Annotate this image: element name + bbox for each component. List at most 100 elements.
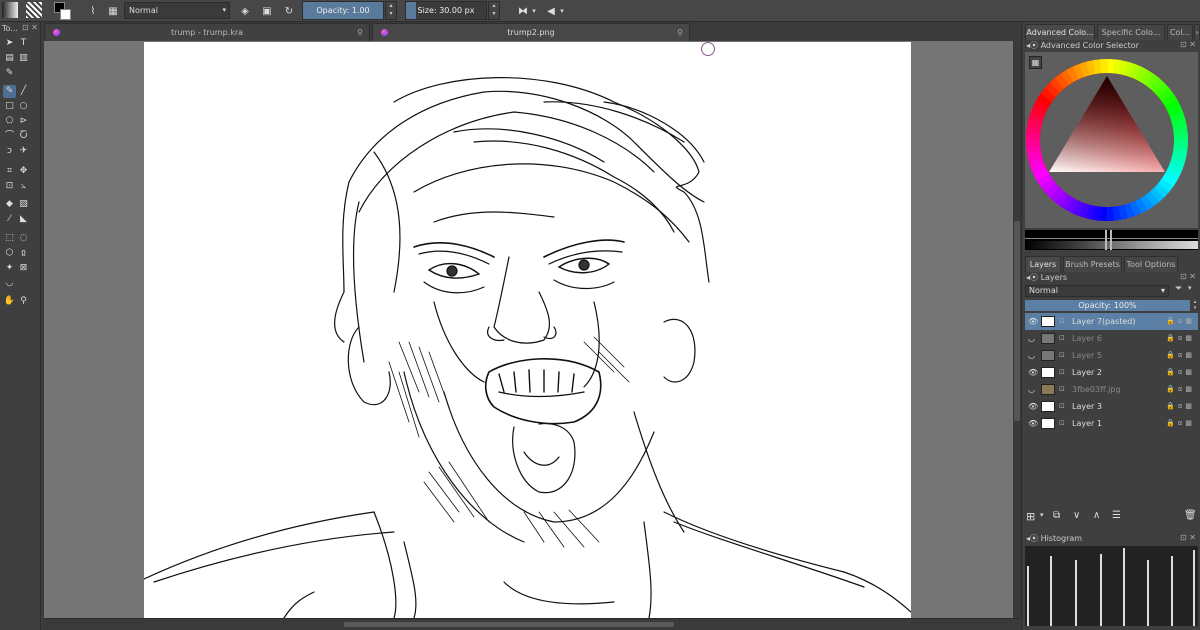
- layer-opacity-slider[interactable]: Opacity: 100%: [1025, 300, 1190, 311]
- reload-preset-icon[interactable]: ↻: [280, 2, 298, 20]
- layer-property-icons[interactable]: 🔒α▩: [1166, 364, 1195, 381]
- tab-trump-kra[interactable]: trump - trump.kra ⚲: [44, 23, 370, 41]
- layer-row[interactable]: 👁 ⊡ Layer 7(pasted) 🔒α▩: [1025, 313, 1198, 330]
- magic-wand-icon[interactable]: ✦: [3, 262, 16, 275]
- color-selector[interactable]: ▦: [1025, 52, 1198, 228]
- tab-tool-options[interactable]: Tool Options: [1124, 256, 1178, 272]
- select-shapes-icon[interactable]: ➤: [3, 37, 16, 50]
- tab-advanced-color[interactable]: Advanced Colo...: [1025, 24, 1095, 40]
- tab-brush-presets[interactable]: Brush Presets: [1063, 256, 1122, 272]
- chevron-down-icon[interactable]: ▾: [530, 2, 538, 20]
- color-wheel[interactable]: [1025, 52, 1198, 228]
- line-tool-icon[interactable]: ╱: [17, 85, 30, 98]
- layer-opacity-spinner[interactable]: ▴ ▾: [1191, 299, 1199, 312]
- measure-tool-icon[interactable]: ⦣: [17, 180, 30, 193]
- assistant-tool-icon[interactable]: ◣: [17, 213, 30, 226]
- pan-hand-icon[interactable]: ✋: [3, 295, 16, 308]
- pen-icon[interactable]: ✎: [3, 67, 16, 80]
- multibrush-icon[interactable]: ✈: [17, 145, 30, 158]
- freehand-path-icon[interactable]: Ⴀ: [17, 130, 30, 143]
- dynamic-brush-icon[interactable]: ↄ: [3, 145, 16, 158]
- preserve-alpha-icon[interactable]: ▣: [258, 2, 276, 20]
- eye-closed-icon[interactable]: ◡: [1028, 381, 1035, 398]
- calligraphy-icon[interactable]: ▥: [17, 52, 30, 65]
- filter-icon[interactable]: ⏷: [1175, 284, 1182, 294]
- chevron-down-icon[interactable]: ▾: [1188, 284, 1192, 292]
- text-tool-icon[interactable]: T: [17, 37, 30, 50]
- arrow-down-icon[interactable]: ∨: [1073, 510, 1080, 521]
- layer-property-icons[interactable]: 🔒α▩: [1166, 398, 1195, 415]
- ellipse-select-icon[interactable]: ◌: [17, 232, 30, 245]
- polygon-select-icon[interactable]: ⬡: [3, 247, 16, 260]
- tab-layers[interactable]: Layers: [1025, 256, 1061, 272]
- size-spinner[interactable]: ▴ ▾: [488, 1, 500, 20]
- zoom-tool-icon[interactable]: ⚲: [17, 295, 30, 308]
- scrollbar-thumb[interactable]: [1014, 221, 1020, 421]
- docker-title-icons[interactable]: ⊡ ✕: [1180, 533, 1196, 542]
- rectangle-tool-icon[interactable]: □: [3, 100, 16, 113]
- docker-title-icons[interactable]: ⊡ ✕: [1180, 272, 1196, 281]
- properties-icon[interactable]: ☰: [1112, 510, 1121, 521]
- canvas-area[interactable]: [44, 41, 1019, 618]
- bezier-tool-icon[interactable]: ⌒: [3, 130, 16, 143]
- blend-mode-select[interactable]: Normal ▾: [124, 2, 230, 19]
- layer-property-icons[interactable]: 🔒α▩: [1166, 415, 1195, 432]
- layer-property-icons[interactable]: 🔒α▩: [1166, 313, 1195, 330]
- layer-row[interactable]: 👁 ⊡ Layer 3 🔒α▩: [1025, 398, 1198, 415]
- eye-icon[interactable]: 👁: [1028, 398, 1038, 415]
- duplicate-icon[interactable]: ⧉: [1053, 510, 1060, 521]
- eraser-icon[interactable]: ◈: [236, 2, 254, 20]
- layer-property-icons[interactable]: 🔒α▩: [1166, 330, 1195, 347]
- eye-icon[interactable]: 👁: [1028, 415, 1038, 432]
- eye-closed-icon[interactable]: ◡: [1028, 330, 1035, 347]
- rect-select-icon[interactable]: ⬚: [3, 232, 16, 245]
- horizontal-scrollbar[interactable]: [44, 618, 1019, 630]
- layer-row[interactable]: 👁 ⊡ Layer 1 🔒α▩: [1025, 415, 1198, 432]
- color-picker-icon[interactable]: ⁄: [3, 213, 16, 226]
- size-slider[interactable]: Size: 30.00 px: [405, 1, 487, 20]
- close-tab-icon[interactable]: ⚲: [357, 24, 363, 41]
- plus-icon[interactable]: ⊞: [1026, 510, 1035, 523]
- gradient-tool-icon[interactable]: ▧: [17, 198, 30, 211]
- close-tab-icon[interactable]: ⚲: [677, 24, 683, 41]
- layer-row[interactable]: 👁 ⊡ Layer 2 🔒α▩: [1025, 364, 1198, 381]
- gradient-preset-swatch[interactable]: [2, 2, 18, 18]
- docker-title-icons[interactable]: ⊡ ✕: [1180, 40, 1196, 49]
- drawing-canvas[interactable]: [144, 42, 911, 618]
- similar-select-icon[interactable]: ⊠: [17, 262, 30, 275]
- layer-blend-mode-select[interactable]: Normal ▾: [1025, 285, 1169, 297]
- tab-scroll[interactable]: ›: [1194, 24, 1200, 40]
- tab-trump2-png[interactable]: trump2.png ⚲: [372, 23, 690, 41]
- layer-property-icons[interactable]: 🔒α▩: [1166, 347, 1195, 364]
- eye-icon[interactable]: 👁: [1028, 364, 1038, 381]
- transform-tool-icon[interactable]: ⊡: [3, 180, 16, 193]
- layer-row[interactable]: ◡ ⊡ 3fbe03ff.jpg 🔒α▩: [1025, 381, 1198, 398]
- freehand-select-icon[interactable]: ჲ: [17, 247, 30, 260]
- crop-tool-icon[interactable]: ⌗: [3, 165, 16, 178]
- pattern-swatch[interactable]: [26, 2, 42, 18]
- layer-row[interactable]: ◡ ⊡ Layer 5 🔒α▩: [1025, 347, 1198, 364]
- tab-specific-color[interactable]: Specific Colo...: [1097, 24, 1165, 40]
- eye-closed-icon[interactable]: ◡: [1028, 347, 1035, 364]
- bezier-select-icon[interactable]: ◡: [3, 277, 16, 290]
- scrollbar-thumb[interactable]: [344, 622, 674, 627]
- brush-preset-icon[interactable]: ⌇: [84, 2, 102, 20]
- eye-icon[interactable]: 👁: [1028, 313, 1038, 330]
- arrow-up-icon[interactable]: ∧: [1093, 510, 1100, 521]
- opacity-spinner[interactable]: ▴ ▾: [385, 1, 397, 20]
- color-gradient-bars[interactable]: [1025, 230, 1198, 250]
- edit-shapes-icon[interactable]: ▤: [3, 52, 16, 65]
- toolbox-title-icons[interactable]: ⊡ ✕: [22, 23, 38, 32]
- chevron-down-icon[interactable]: ▾: [558, 2, 566, 20]
- layer-property-icons[interactable]: 🔒α▩: [1166, 381, 1195, 398]
- chevron-down-icon[interactable]: ▾: [1040, 511, 1044, 519]
- fg-bg-color-swatch[interactable]: [54, 2, 72, 20]
- tab-color-other[interactable]: Col...: [1167, 24, 1193, 40]
- ellipse-tool-icon[interactable]: ○: [17, 100, 30, 113]
- opacity-slider[interactable]: Opacity: 1.00: [302, 1, 384, 20]
- move-tool-icon[interactable]: ✥: [17, 165, 30, 178]
- fill-tool-icon[interactable]: ◆: [3, 198, 16, 211]
- polygon-tool-icon[interactable]: ⬠: [3, 115, 16, 128]
- freehand-brush-icon[interactable]: ✎: [3, 85, 16, 98]
- trash-icon[interactable]: 🗑: [1184, 510, 1197, 521]
